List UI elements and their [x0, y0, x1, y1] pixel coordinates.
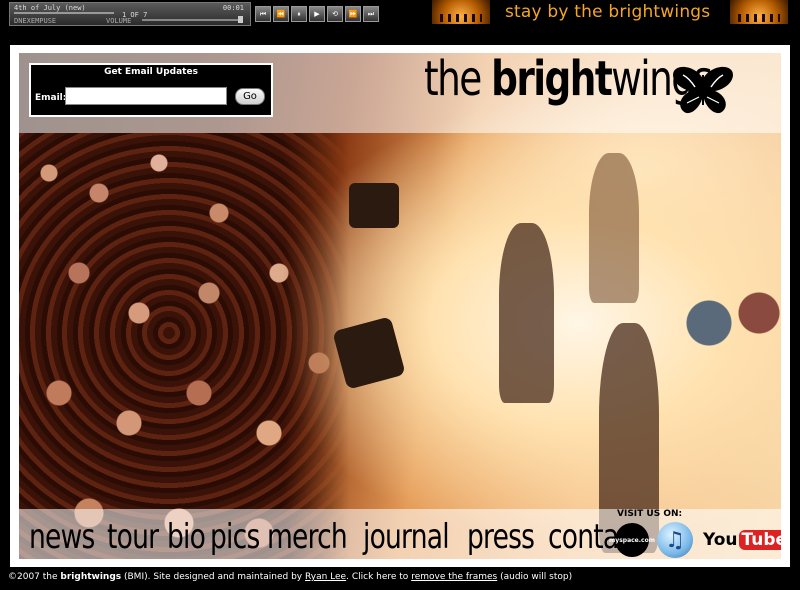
- youtube-icon[interactable]: YouTube: [703, 527, 781, 553]
- remove-frames-link[interactable]: remove the frames: [411, 572, 497, 582]
- repeat-button[interactable]: ⟲: [327, 6, 343, 22]
- band-photo-thumbnail: [730, 0, 788, 24]
- drum-kit: [669, 253, 781, 363]
- skip-start-button[interactable]: ⏮: [255, 6, 271, 22]
- email-input[interactable]: [65, 87, 227, 105]
- footer: ©2007 the brightwings (BMI). Site design…: [8, 572, 572, 582]
- band-photo-thumbnail: [432, 0, 490, 24]
- player-controls: ⏮ ⏪ ⏸ ▶ ⟲ ⏩ ⏭: [255, 6, 379, 22]
- nav-bio[interactable]: bio: [167, 517, 206, 557]
- go-button[interactable]: Go: [235, 88, 265, 105]
- player-volume-knob[interactable]: [238, 16, 243, 23]
- footer-audio-note: (audio will stop): [497, 572, 573, 582]
- nav-tour[interactable]: tour: [107, 517, 159, 557]
- footer-band-name: brightwings: [60, 572, 122, 582]
- fast-forward-button[interactable]: ⏩: [345, 6, 361, 22]
- email-signup-box: Get Email Updates Email: Go: [29, 63, 273, 117]
- header-band: the brightwings Get Email Updates Email:…: [19, 53, 781, 133]
- player-left-label: DNEXEMPUSE: [14, 17, 57, 25]
- stage-monitor: [349, 183, 399, 228]
- player-time: 00:01: [222, 4, 244, 12]
- skip-end-button[interactable]: ⏭: [363, 6, 379, 22]
- email-signup-title: Get Email Updates: [104, 67, 198, 77]
- footer-click-here: . Click here to: [346, 572, 412, 582]
- nav-band: news tour bio pics merch journal press c…: [19, 509, 781, 559]
- youtube-you: You: [703, 530, 738, 550]
- footer-copyright: ©2007 the: [8, 572, 61, 582]
- main-navigation: news tour bio pics merch journal press c…: [29, 517, 648, 557]
- nav-pics[interactable]: pics: [210, 517, 260, 557]
- designer-link[interactable]: Ryan Lee: [305, 572, 346, 582]
- nav-journal[interactable]: journal: [363, 517, 450, 557]
- nav-press[interactable]: press: [467, 517, 535, 557]
- rewind-button[interactable]: ⏪: [273, 6, 289, 22]
- email-label: Email:: [35, 93, 67, 103]
- youtube-tube: Tube: [738, 530, 781, 550]
- guitarist-figure: [499, 223, 554, 403]
- nav-merch[interactable]: merch: [267, 517, 348, 557]
- crowd-image: [19, 133, 349, 559]
- butterfly-icon: [673, 66, 733, 114]
- top-bar: 4th of July (new) 00:01 1 OF 7 DNEXEMPUS…: [0, 0, 800, 44]
- visit-us-label: VISIT US ON:: [617, 509, 683, 519]
- nav-news[interactable]: news: [29, 517, 95, 557]
- concert-photo: the brightwings Get Email Updates Email:…: [19, 53, 781, 559]
- main-frame: the brightwings Get Email Updates Email:…: [10, 45, 790, 567]
- footer-rights: (BMI). Site designed and maintained by: [121, 572, 305, 582]
- player-track-title: 4th of July (new): [14, 4, 86, 12]
- band-logo[interactable]: the brightwings: [424, 53, 713, 107]
- guitarist-figure: [589, 153, 639, 303]
- album-tagline: stay by the brightwings: [505, 2, 711, 22]
- itunes-icon[interactable]: ♫: [657, 522, 693, 558]
- player-volume-label: VOLUME: [106, 17, 132, 25]
- logo-the: the: [424, 53, 492, 107]
- player-progress-bar[interactable]: [14, 12, 114, 14]
- music-player: 4th of July (new) 00:01 1 OF 7 DNEXEMPUS…: [9, 2, 251, 26]
- pause-button[interactable]: ⏸: [291, 6, 307, 22]
- play-button[interactable]: ▶: [309, 6, 325, 22]
- player-volume-bar[interactable]: [142, 19, 242, 21]
- logo-bright: bright: [491, 53, 613, 107]
- myspace-icon[interactable]: myspace.com: [609, 523, 655, 557]
